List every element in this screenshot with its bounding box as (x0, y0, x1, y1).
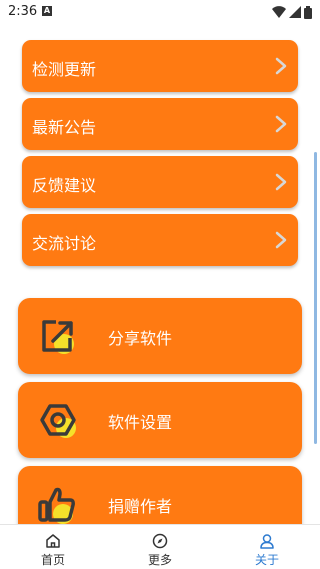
menu-check-update[interactable]: 检测更新 (22, 40, 298, 92)
bottom-nav: 首页 更多 关于 (0, 524, 320, 569)
home-icon (46, 534, 60, 548)
card-label: 软件设置 (108, 413, 173, 432)
signal-icon (289, 6, 301, 18)
card-label: 分享软件 (108, 329, 173, 348)
menu-label: 检测更新 (32, 60, 97, 79)
menu-discussion[interactable]: 交流讨论 (22, 214, 298, 266)
donate-author-card[interactable]: 捐赠作者 (18, 466, 302, 524)
share-icon (42, 320, 74, 354)
tab-more[interactable]: 更多 (107, 525, 213, 569)
tab-about[interactable]: 关于 (214, 525, 320, 569)
menu-feedback[interactable]: 反馈建议 (22, 156, 298, 208)
menu-label: 交流讨论 (32, 234, 97, 253)
tab-home[interactable]: 首页 (0, 525, 106, 569)
tab-label: 更多 (147, 553, 172, 567)
chevron-right-icon (275, 231, 287, 249)
share-app-card[interactable]: 分享软件 (18, 298, 302, 374)
menu-label: 反馈建议 (32, 176, 97, 195)
notification-a-icon: A (42, 6, 52, 16)
user-icon (260, 534, 274, 549)
battery-icon (304, 5, 312, 19)
tab-label: 关于 (254, 553, 279, 567)
chevron-right-icon (275, 173, 287, 191)
menu-latest-notice[interactable]: 最新公告 (22, 98, 298, 150)
app-settings-card[interactable]: 软件设置 (18, 382, 302, 458)
menu-label: 最新公告 (32, 118, 97, 137)
scrollbar[interactable] (314, 152, 317, 444)
status-bar: 2:36 A (0, 0, 320, 24)
compass-icon (152, 533, 168, 549)
thumbs-up-icon (38, 487, 75, 524)
chevron-right-icon (275, 115, 287, 133)
tab-label: 首页 (40, 553, 65, 567)
about-page-content[interactable]: 检测更新 最新公告 反馈建议 交流讨论 分享软件 软件设置 捐赠作者 (0, 24, 320, 524)
chevron-right-icon (275, 57, 287, 75)
settings-nut-icon (40, 404, 76, 438)
card-label: 捐赠作者 (108, 497, 173, 516)
status-time: 2:36 (8, 4, 38, 19)
wifi-icon (272, 6, 286, 18)
